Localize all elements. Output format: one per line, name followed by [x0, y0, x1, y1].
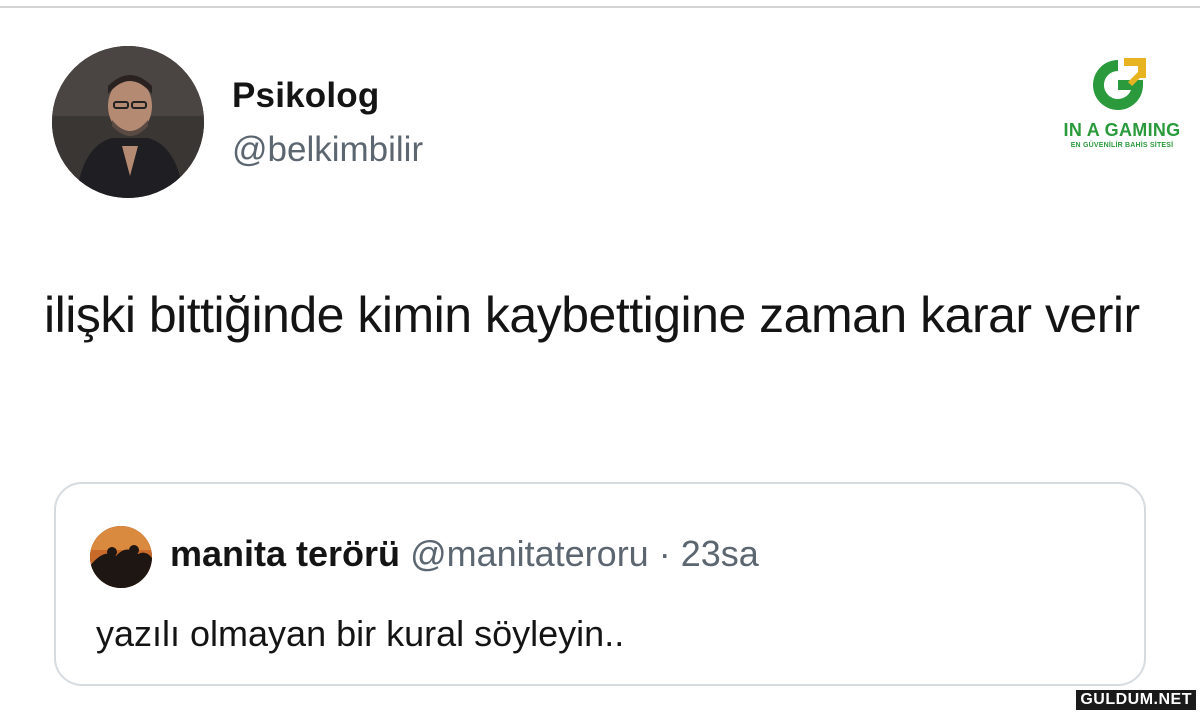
tweet-body-text: ilişki bittiğinde kimin kaybettigine zam…	[44, 287, 1140, 343]
brand-tagline: EN GÜVENİLİR BAHİS SİTESİ	[1070, 142, 1174, 149]
site-watermark: GULDUM.NET	[1076, 690, 1196, 710]
author-photo	[52, 46, 204, 198]
g-logo-icon	[1088, 56, 1148, 114]
quoted-tweet-text: yazılı olmayan bir kural söyleyin..	[96, 613, 625, 654]
quoted-author-photo	[90, 526, 152, 588]
brand-name: IN A GAMING	[1063, 120, 1181, 140]
quoted-tweet-header: manita terörü @manitateroru · 23sa	[170, 532, 759, 576]
quoted-author-avatar[interactable]	[90, 526, 152, 588]
quoted-tweet-card[interactable]: manita terörü @manitateroru · 23sa yazıl…	[54, 482, 1146, 686]
brand-overlay: IN A GAMING EN GÜVENİLİR BAHİS SİTESİ	[1058, 56, 1186, 156]
quoted-tweet-timestamp[interactable]: 23sa	[681, 533, 759, 574]
author-avatar[interactable]	[52, 46, 204, 198]
top-divider	[0, 6, 1200, 8]
author-handle[interactable]: @belkimbilir	[232, 130, 423, 170]
quoted-author-name[interactable]: manita terörü	[170, 533, 400, 574]
quoted-author-handle[interactable]: @manitateroru	[410, 533, 649, 574]
header-separator: ·	[658, 533, 671, 574]
author-display-name[interactable]: Psikolog	[232, 76, 379, 116]
